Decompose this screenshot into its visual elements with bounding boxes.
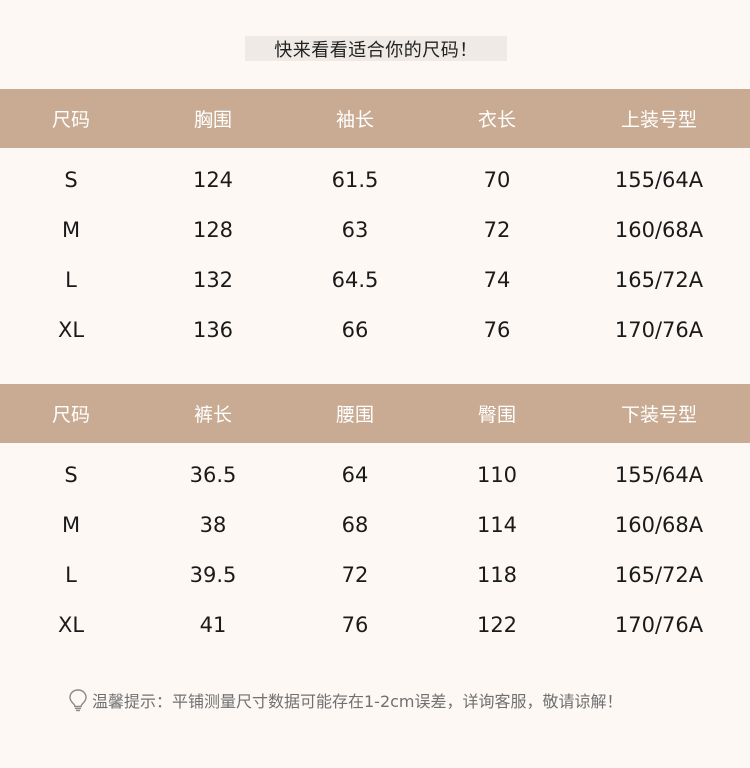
table-cell: 136 <box>192 318 234 342</box>
table-row: L 132 64.5 74 165/72A <box>0 255 750 305</box>
table-cell: 74 <box>483 268 511 292</box>
table-cell: 63 <box>341 218 369 242</box>
table-cell: 160/68A <box>614 218 704 242</box>
table-cell: S <box>64 168 78 192</box>
top-header-length: 衣长 <box>477 109 517 131</box>
bottom-header-bottom-size-code: 下装号型 <box>620 404 698 426</box>
table-cell: 155/64A <box>614 168 704 192</box>
top-table-body: S 124 61.5 70 155/64A M 128 63 72 160/68… <box>0 148 750 355</box>
table-cell: 114 <box>476 513 518 537</box>
table-cell: 155/64A <box>614 463 704 487</box>
table-cell: 124 <box>192 168 234 192</box>
table-row: M 128 63 72 160/68A <box>0 205 750 255</box>
bottom-size-table: 尺码 裤长 腰围 臀围 下装号型 S 36.5 64 110 155/64A M… <box>0 384 750 650</box>
table-cell: XL <box>57 613 85 637</box>
table-cell: 64.5 <box>331 268 379 292</box>
table-cell: 66 <box>341 318 369 342</box>
table-cell: 61.5 <box>331 168 379 192</box>
table-cell: 122 <box>476 613 518 637</box>
top-header-sleeve: 袖长 <box>335 109 375 131</box>
bottom-header-size: 尺码 <box>51 404 91 426</box>
tip-text: 温馨提示：平铺测量尺寸数据可能存在1-2cm误差，详询客服，敬请谅解！ <box>92 692 623 711</box>
table-cell: 38 <box>199 513 227 537</box>
table-cell: 70 <box>483 168 511 192</box>
table-cell: 170/76A <box>614 318 704 342</box>
table-cell: 165/72A <box>614 268 704 292</box>
table-cell: 160/68A <box>614 513 704 537</box>
table-cell: 76 <box>483 318 511 342</box>
table-cell: 110 <box>476 463 518 487</box>
size-guide-heading: 快来看看适合你的尺码！ <box>245 36 507 61</box>
table-cell: 72 <box>341 563 369 587</box>
table-cell: 118 <box>476 563 518 587</box>
table-cell: 64 <box>341 463 369 487</box>
table-cell: 132 <box>192 268 234 292</box>
table-cell: 165/72A <box>614 563 704 587</box>
top-header-top-size-code: 上装号型 <box>620 109 698 131</box>
table-cell: 72 <box>483 218 511 242</box>
table-row: XL 136 66 76 170/76A <box>0 305 750 355</box>
top-header-size: 尺码 <box>51 109 91 131</box>
table-cell: S <box>64 463 78 487</box>
bottom-header-waist: 腰围 <box>335 404 375 426</box>
table-cell: M <box>61 218 81 242</box>
bottom-header-pants-length: 裤长 <box>193 404 233 426</box>
table-row: L 39.5 72 118 165/72A <box>0 550 750 600</box>
table-cell: L <box>65 268 77 292</box>
top-table-header: 尺码 胸围 袖长 衣长 上装号型 <box>0 89 750 148</box>
table-row: S 36.5 64 110 155/64A <box>0 450 750 500</box>
table-cell: 170/76A <box>614 613 704 637</box>
table-cell: 39.5 <box>189 563 237 587</box>
bottom-table-header: 尺码 裤长 腰围 臀围 下装号型 <box>0 384 750 443</box>
table-cell: 68 <box>341 513 369 537</box>
table-row: XL 41 76 122 170/76A <box>0 600 750 650</box>
top-header-chest: 胸围 <box>193 109 233 131</box>
table-cell: 41 <box>199 613 227 637</box>
table-cell: 36.5 <box>189 463 237 487</box>
bottom-table-body: S 36.5 64 110 155/64A M 38 68 114 160/68… <box>0 443 750 650</box>
table-row: M 38 68 114 160/68A <box>0 500 750 550</box>
table-cell: XL <box>57 318 85 342</box>
table-cell: M <box>61 513 81 537</box>
measurement-tip: 温馨提示：平铺测量尺寸数据可能存在1-2cm误差，详询客服，敬请谅解！ <box>68 687 623 713</box>
table-cell: L <box>65 563 77 587</box>
table-row: S 124 61.5 70 155/64A <box>0 155 750 205</box>
table-cell: 128 <box>192 218 234 242</box>
lightbulb-icon <box>69 689 87 712</box>
table-cell: 76 <box>341 613 369 637</box>
bottom-header-hip: 臀围 <box>477 404 517 426</box>
top-size-table: 尺码 胸围 袖长 衣长 上装号型 S 124 61.5 70 155/64A M… <box>0 89 750 355</box>
